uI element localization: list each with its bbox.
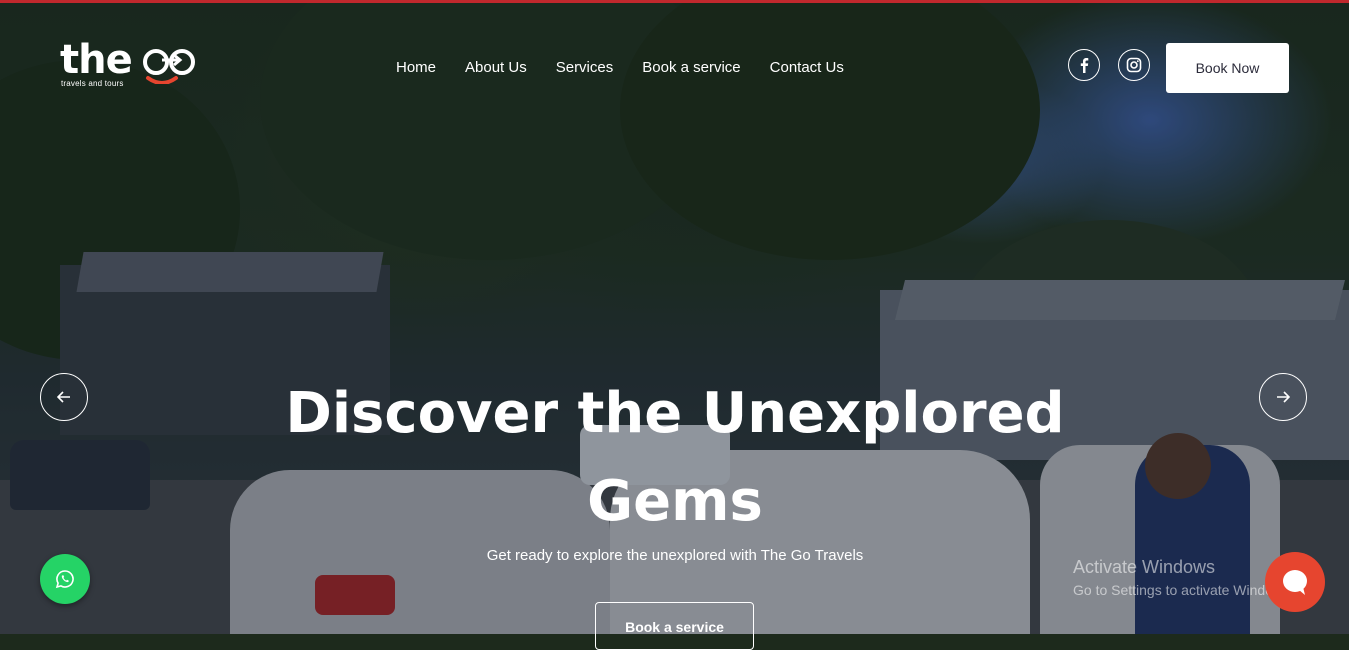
nav-item-contact-us[interactable]: Contact Us (770, 58, 844, 78)
instagram-icon (1126, 57, 1142, 73)
facebook-icon (1080, 58, 1089, 73)
book-now-button[interactable]: Book Now (1166, 43, 1289, 93)
logo-wordmark: the (60, 37, 133, 83)
nav-item-about-us[interactable]: About Us (465, 58, 527, 78)
chat-widget-button[interactable] (1265, 552, 1325, 612)
whatsapp-button[interactable] (40, 554, 90, 604)
logo-tagline: travels and tours (61, 79, 124, 88)
top-accent-line (0, 0, 1349, 3)
slider-prev-button[interactable] (40, 373, 88, 421)
nav-item-services[interactable]: Services (556, 58, 614, 78)
watermark-subtitle: Go to Settings to activate Windows. (1073, 582, 1294, 598)
arrow-left-icon (57, 391, 70, 403)
instagram-button[interactable] (1118, 49, 1150, 81)
arrow-right-icon (1277, 391, 1290, 403)
facebook-button[interactable] (1068, 49, 1100, 81)
watermark-title: Activate Windows (1073, 557, 1216, 577)
windows-activation-watermark: Activate Windows Go to Settings to activ… (1073, 556, 1294, 600)
whatsapp-icon (55, 570, 74, 589)
nav-item-home[interactable]: Home (396, 58, 436, 78)
slider-next-button[interactable] (1259, 373, 1307, 421)
hero-subheadline: Get ready to explore the unexplored with… (486, 547, 864, 564)
main-nav: Home About Us Services Book a service Co… (396, 58, 844, 78)
book-a-service-button[interactable]: Book a service (595, 602, 754, 650)
site-logo[interactable]: the travels and tours (60, 37, 210, 94)
nav-item-book-a-service[interactable]: Book a service (642, 58, 740, 78)
hero-headline: Discover the Unexplored Gems (285, 381, 1065, 534)
go-logo-icon (143, 49, 195, 84)
chat-bubble-icon (1283, 570, 1307, 595)
